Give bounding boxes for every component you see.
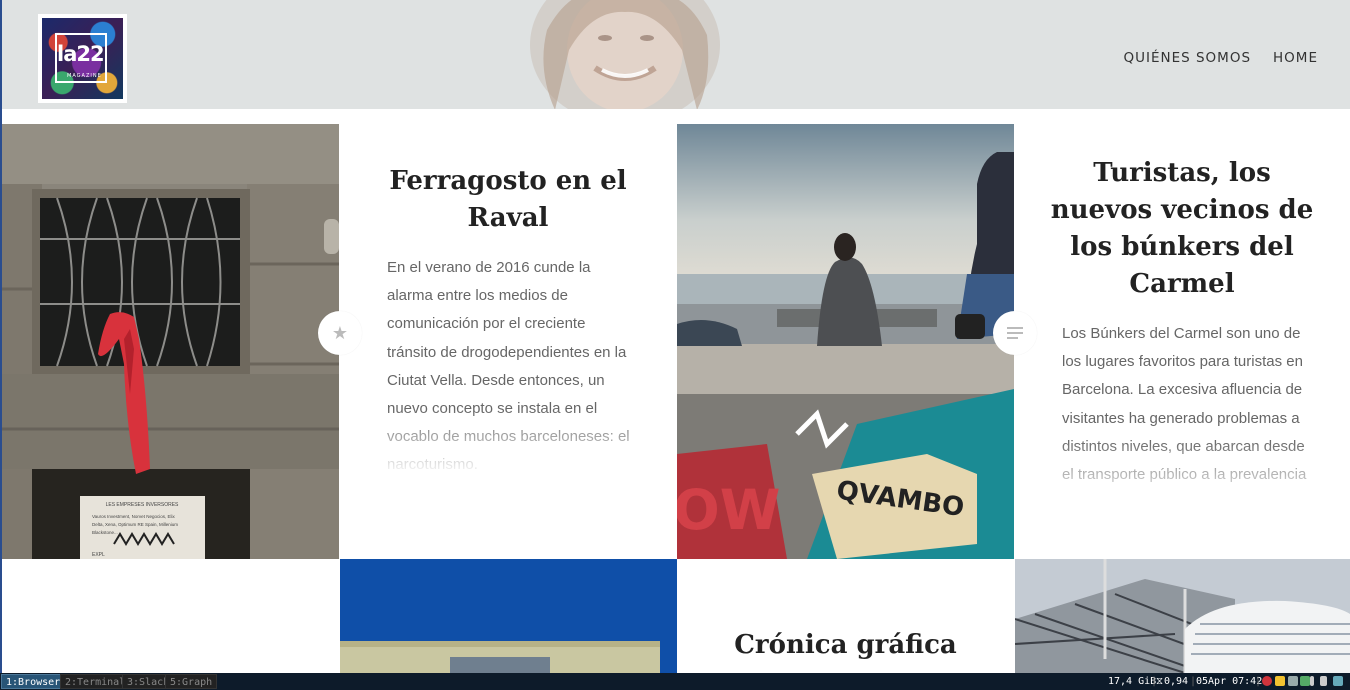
nav-link-home[interactable]: HOME	[1273, 50, 1318, 66]
star-icon: ★	[318, 311, 362, 355]
network-tray-icon[interactable]	[1300, 676, 1310, 686]
book-line: Vauros Investment, Norvet Negocios, Elix	[92, 514, 175, 519]
browser-viewport: la22 MAGAZINE QUIÉNES SOMOS HOME LES EMP…	[0, 0, 1350, 673]
load-icon: ⧖	[1156, 676, 1164, 687]
notes-tray-icon[interactable]	[1275, 676, 1285, 686]
post-title[interactable]: Ferragosto en el Raval	[379, 163, 637, 237]
load-status: 0,94	[1164, 676, 1189, 687]
bunkers-photo: QVAMBO OW	[677, 124, 1014, 559]
building-sky-photo	[340, 559, 677, 673]
post-card-ferragosto[interactable]: Ferragosto en el Raval En el verano de 2…	[339, 109, 677, 559]
post-excerpt: En el verano de 2016 cunde la alarma ent…	[387, 259, 630, 474]
post-card-carmel[interactable]: Turistas, los nuevos vecinos de los búnk…	[1014, 109, 1350, 559]
text-lines-icon	[993, 311, 1037, 355]
post-card-cronica[interactable]: Crónica gráfica	[677, 559, 1014, 673]
status-separator: |	[1255, 676, 1262, 687]
header-portrait-image	[507, 0, 737, 109]
signal-tray-icon[interactable]	[1320, 676, 1327, 686]
memory-status: 17,4 GiB	[1108, 676, 1157, 687]
post-image-cruise[interactable]	[1015, 559, 1350, 673]
post-excerpt: Los Búnkers del Carmel son uno de los lu…	[1062, 325, 1307, 484]
book-title: LES EMPRESES INVERSORES	[106, 502, 179, 508]
book-line: Delta, Xena, Optimum RE Spain, Millenium	[92, 522, 178, 527]
logo-artwork: la22 MAGAZINE	[42, 18, 123, 99]
post-image-ferragosto[interactable]: LES EMPRESES INVERSORES Vauros Investmen…	[2, 124, 339, 559]
post-card-empty	[2, 559, 339, 673]
system-taskbar: 1:Browser 2:Terminal 3:Slack 5:Graph 17,…	[0, 673, 1350, 690]
cruise-ship-photo	[1015, 559, 1350, 673]
main-nav: QUIÉNES SOMOS HOME	[1123, 50, 1318, 66]
clock: 05Apr 07:42	[1196, 676, 1263, 687]
keyboard-tray-icon[interactable]	[1288, 676, 1298, 686]
workspace-browser[interactable]: 1:Browser	[1, 674, 66, 689]
site-header: la22 MAGAZINE QUIÉNES SOMOS HOME	[2, 0, 1350, 109]
workspace-terminal[interactable]: 2:Terminal	[60, 674, 131, 689]
book-line: Blackstone...	[92, 530, 118, 535]
post-image-carmel[interactable]: QVAMBO OW	[677, 124, 1014, 559]
firefox-tray-icon[interactable]	[1262, 676, 1272, 686]
workspace-graph[interactable]: 5:Graph	[165, 674, 218, 689]
nav-link-quienes-somos[interactable]: QUIÉNES SOMOS	[1123, 50, 1251, 66]
site-logo[interactable]: la22 MAGAZINE	[38, 14, 127, 103]
settings-tray-icon[interactable]	[1333, 676, 1343, 686]
graffiti-text-left: OW	[677, 478, 780, 542]
post-title[interactable]: Crónica gráfica	[707, 627, 984, 664]
battery-tray-icon[interactable]	[1310, 676, 1314, 686]
logo-subtitle: MAGAZINE	[67, 73, 102, 79]
post-image-building[interactable]	[340, 559, 677, 673]
post-title[interactable]: Turistas, los nuevos vecinos de los búnk…	[1044, 155, 1320, 303]
book-sign: EXPL	[92, 552, 105, 558]
scarf-window-photo: LES EMPRESES INVERSORES Vauros Investmen…	[2, 124, 339, 559]
logo-text: la22	[57, 42, 105, 66]
